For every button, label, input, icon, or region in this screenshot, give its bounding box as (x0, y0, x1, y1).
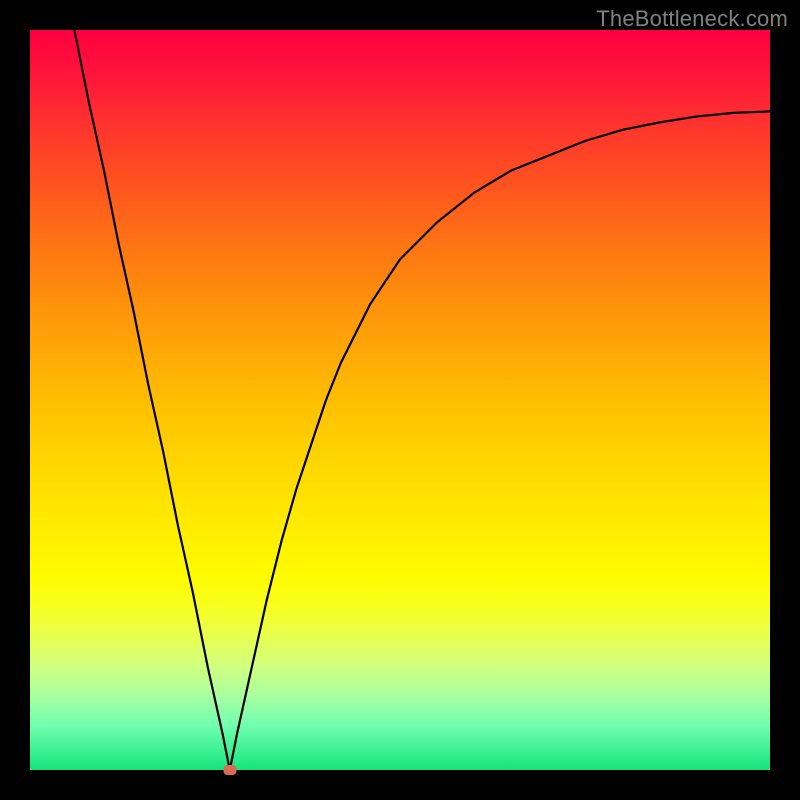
bottleneck-curve (30, 30, 770, 770)
chart-plot-area (30, 30, 770, 770)
optimal-point-marker (223, 765, 236, 775)
watermark-label: TheBottleneck.com (596, 6, 788, 32)
